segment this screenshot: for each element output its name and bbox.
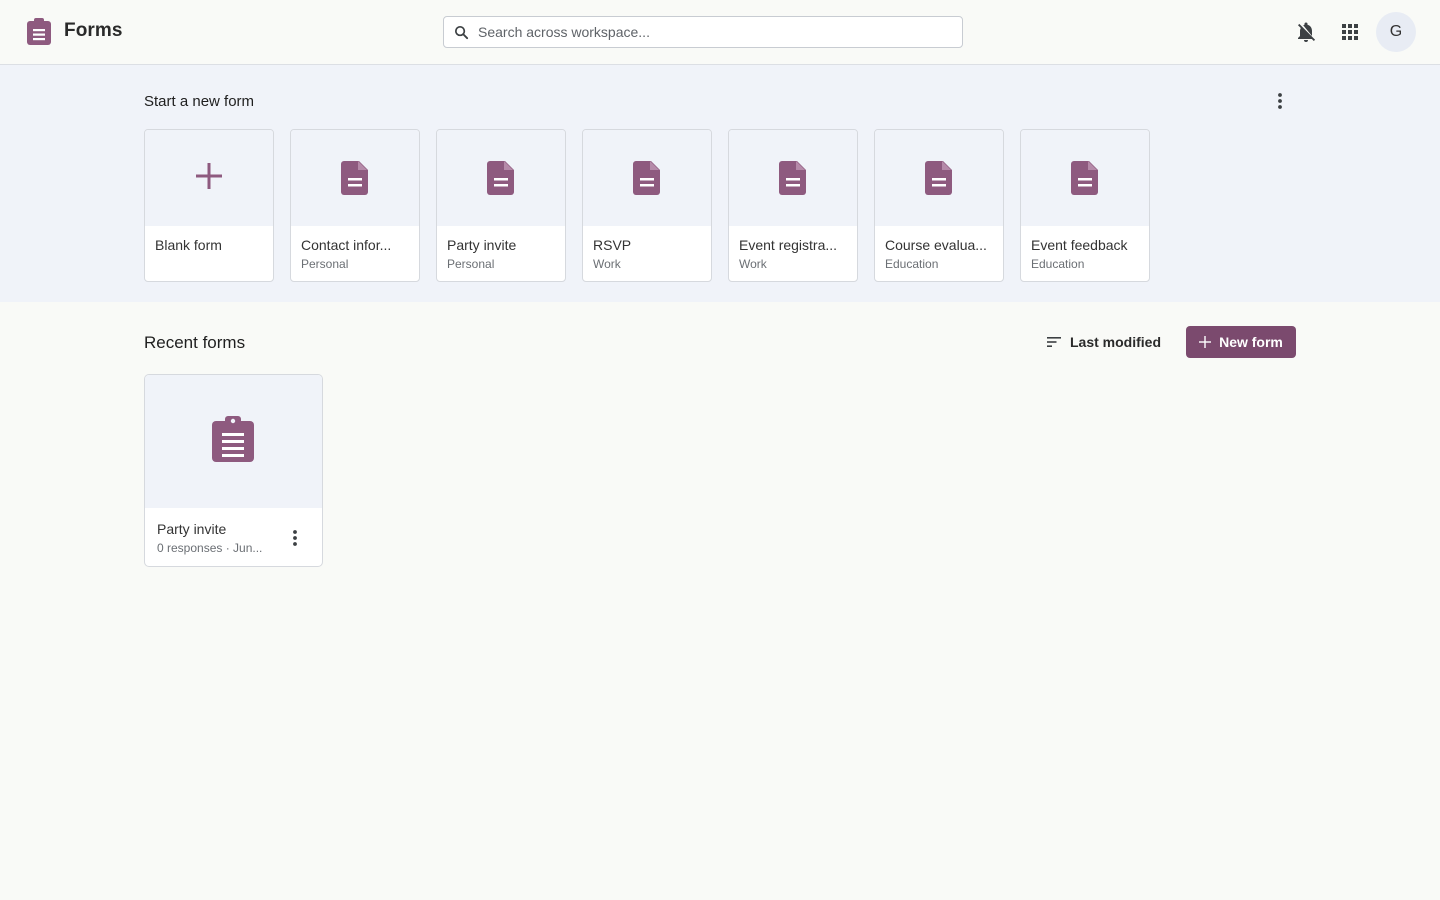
template-card-contact-information[interactable]: Contact infor... Personal [290,129,420,282]
template-category: Work [593,257,621,271]
template-card-rsvp[interactable]: RSVP Work [582,129,712,282]
recent-forms-title: Recent forms [144,333,246,352]
template-card-blank[interactable]: Blank form [144,129,274,282]
sort-label: Last modified [1070,334,1162,350]
template-category: Personal [447,257,495,271]
template-thumbnail [583,130,711,226]
more-vert-icon[interactable] [283,526,307,550]
search-icon [454,25,469,40]
template-thumbnail [875,130,1003,226]
template-name: Event feedback [1031,237,1128,253]
new-form-button[interactable]: New form [1186,326,1296,358]
top-app-bar: Forms G [0,0,1440,65]
sort-icon [1047,337,1061,347]
template-gallery-title: Start a new form [144,93,255,110]
apps-grid-icon[interactable] [1338,20,1362,44]
forms-logo-icon[interactable] [26,18,52,46]
template-name: Event registra... [739,237,838,253]
account-avatar[interactable]: G [1376,12,1416,52]
template-name: Contact infor... [301,237,392,253]
form-meta: 0 responses · Jun... [157,541,263,555]
new-form-label: New form [1219,334,1283,350]
template-gallery: Start a new form Blank form Contact info… [0,65,1440,302]
form-name: Party invite [157,521,227,537]
recent-form-card[interactable]: Party invite 0 responses · Jun... [144,374,323,567]
document-icon [779,161,806,195]
form-thumbnail [145,375,322,508]
template-category: Education [885,257,939,271]
document-icon [487,161,514,195]
plus-icon [1199,336,1212,348]
template-name: Course evalua... [885,237,987,253]
template-name: Party invite [447,237,517,253]
sort-button[interactable]: Last modified [1040,328,1167,356]
search-box[interactable] [443,16,963,48]
template-thumbnail [291,130,419,226]
document-icon [341,161,368,195]
more-vert-icon[interactable] [1268,89,1292,113]
template-thumbnail [1021,130,1149,226]
template-card-party-invite[interactable]: Party invite Personal [436,129,566,282]
template-card-event-registration[interactable]: Event registra... Work [728,129,858,282]
document-icon [633,161,660,195]
template-name: Blank form [155,237,222,253]
template-card-event-feedback[interactable]: Event feedback Education [1020,129,1150,282]
template-category: Education [1031,257,1085,271]
template-card-course-evaluation[interactable]: Course evalua... Education [874,129,1004,282]
template-thumbnail [437,130,565,226]
template-name: RSVP [593,237,632,253]
template-thumbnail [729,130,857,226]
app-title: Forms [64,20,123,41]
notifications-off-icon[interactable] [1294,20,1318,44]
clipboard-form-icon [212,416,254,462]
document-icon [925,161,952,195]
document-icon [1071,161,1098,195]
template-category: Work [739,257,767,271]
plus-icon [196,163,222,189]
search-input[interactable] [478,17,958,47]
template-category: Personal [301,257,349,271]
template-thumbnail [145,130,273,226]
